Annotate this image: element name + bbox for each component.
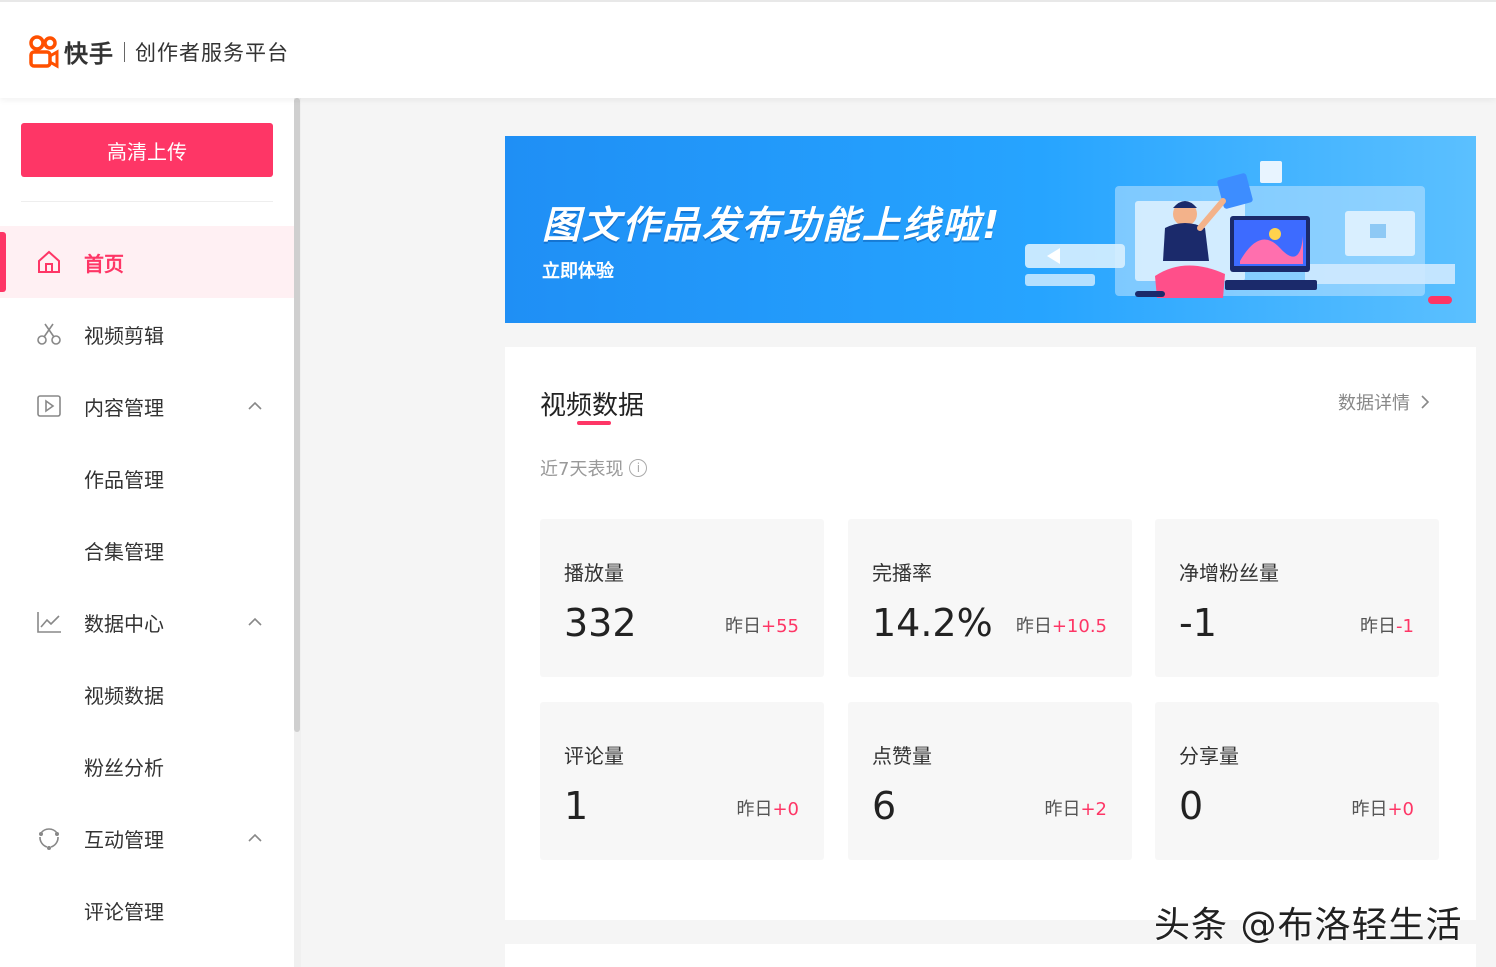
stat-value: 14.2% [872,601,993,645]
yesterday-label: 昨日 [1044,799,1081,820]
stat-value: -1 [1179,601,1217,645]
stat-value: 332 [564,601,637,645]
kuaishou-logo-icon [29,34,59,69]
banner-title: 图文作品发布功能上线啦! [542,203,1002,247]
sidebar-item-data-center[interactable]: 数据中心 [0,586,294,658]
sidebar-item-label: 视频数据 [84,683,164,708]
chevron-right-icon [1421,395,1430,409]
banner-illustration [1025,161,1455,298]
stat-card-plays[interactable]: 播放量 332 昨日+55 [540,519,824,677]
sidebar-item-label: 视频剪辑 [84,323,164,348]
sidebar-item-home[interactable]: 首页 [0,226,294,298]
stat-value: 1 [564,784,589,828]
brand-divider [124,41,125,62]
stat-value: 0 [1179,784,1204,828]
sidebar-item-collection-management[interactable]: 合集管理 [0,514,294,586]
sidebar-item-label: 合集管理 [84,539,164,564]
section-title: 视频数据 [540,391,645,421]
stat-card-shares[interactable]: 分享量 0 昨日+0 [1155,702,1439,860]
sidebar-item-video-edit[interactable]: 视频剪辑 [0,298,294,370]
stat-card-likes[interactable]: 点赞量 6 昨日+2 [848,702,1132,860]
chevron-up-icon[interactable] [246,829,264,847]
promo-banner[interactable]: 图文作品发布功能上线啦! 立即体验 [505,136,1476,323]
stat-name: 评论量 [564,744,624,768]
sidebar-item-label: 数据中心 [84,611,164,636]
carousel-indicator[interactable] [1428,296,1452,304]
sidebar-item-label: 评论管理 [84,899,164,924]
stat-name: 播放量 [564,561,624,585]
sidebar-divider [21,201,273,202]
stat-delta: 昨日+55 [725,612,799,638]
data-details-link[interactable]: 数据详情 [1338,389,1430,415]
data-details-label: 数据详情 [1338,393,1410,414]
delta-value: +2 [1080,799,1107,820]
period-note: 近7天表现 i [540,455,648,481]
yesterday-label: 昨日 [1360,616,1397,637]
platform-name: 创作者服务平台 [135,40,289,65]
yesterday-label: 昨日 [736,799,773,820]
home-icon [35,248,63,276]
stat-card-net-followers[interactable]: 净增粉丝量 -1 昨日-1 [1155,519,1439,677]
kuaishou-logo[interactable]: 快手 创作者服务平台 [28,34,289,69]
stat-value: 6 [872,784,897,828]
interaction-icon [35,824,63,852]
sidebar: 高清上传 首页 视频剪辑 内容管理 作品管理 合集管理 数据中心 视频数据 粉丝… [0,98,294,967]
line-chart-icon [35,608,63,636]
video-data-card: 视频数据 数据详情 近7天表现 i 播放量 332 昨日+55 完播率 14.2… [505,347,1476,920]
info-icon[interactable]: i [629,459,648,477]
stat-card-comments[interactable]: 评论量 1 昨日+0 [540,702,824,860]
hd-upload-button[interactable]: 高清上传 [21,123,273,177]
stat-name: 点赞量 [872,744,932,768]
delta-value: -1 [1396,616,1414,637]
sidebar-item-label: 作品管理 [84,467,164,492]
stat-delta: 昨日-1 [1360,612,1414,638]
top-header: 快手 创作者服务平台 [0,0,1496,98]
stat-delta: 昨日+0 [1351,795,1414,821]
sidebar-item-label: 内容管理 [84,395,164,420]
watermark: 头条 @布洛轻生活 [1154,905,1463,946]
yesterday-label: 昨日 [1351,799,1388,820]
banner-cta[interactable]: 立即体验 [542,257,614,283]
stat-card-completion-rate[interactable]: 完播率 14.2% 昨日+10.5 [848,519,1132,677]
chevron-up-icon[interactable] [246,397,264,415]
sidebar-item-interaction-management[interactable]: 互动管理 [0,802,294,874]
sidebar-item-label: 首页 [84,251,124,276]
sidebar-scrollbar-thumb[interactable] [294,98,300,732]
sidebar-item-content-management[interactable]: 内容管理 [0,370,294,442]
delta-value: +0 [772,799,799,820]
brand-name: 快手 [64,40,114,68]
sidebar-item-fan-analysis[interactable]: 粉丝分析 [0,730,294,802]
delta-value: +55 [761,616,799,637]
stat-delta: 昨日+0 [736,795,799,821]
play-box-icon [35,392,63,420]
sidebar-item-comment-management[interactable]: 评论管理 [0,874,294,946]
sidebar-item-label: 互动管理 [84,827,164,852]
stat-name: 净增粉丝量 [1179,561,1279,585]
yesterday-label: 昨日 [1015,616,1052,637]
period-note-text: 近7天表现 [540,459,624,480]
delta-value: +10.5 [1051,616,1107,637]
sidebar-item-video-data[interactable]: 视频数据 [0,658,294,730]
stat-delta: 昨日+10.5 [1016,612,1107,638]
yesterday-label: 昨日 [725,616,761,637]
scissors-icon [35,320,63,348]
chevron-up-icon[interactable] [246,613,264,631]
stat-delta: 昨日+2 [1044,795,1107,821]
title-underline [577,421,611,425]
stat-name: 完播率 [872,561,932,585]
stat-name: 分享量 [1179,744,1239,768]
sidebar-item-works-management[interactable]: 作品管理 [0,442,294,514]
delta-value: +0 [1387,799,1414,820]
sidebar-item-label: 粉丝分析 [84,755,164,780]
